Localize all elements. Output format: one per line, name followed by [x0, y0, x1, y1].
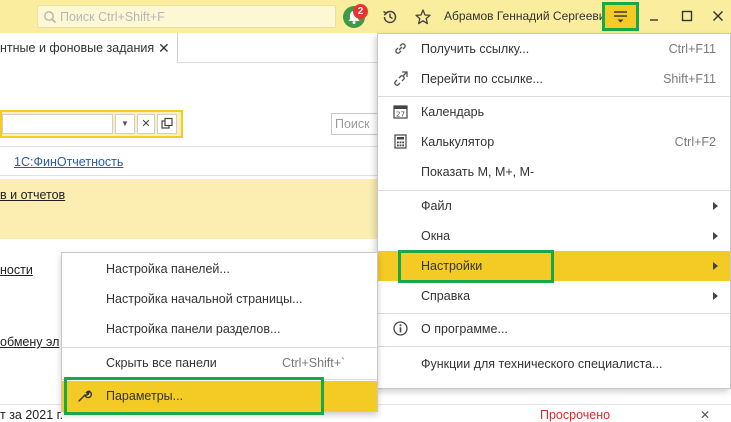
maximize-icon[interactable]	[679, 8, 695, 24]
menu-item-label: Настройки	[421, 259, 483, 273]
menu-item-shortcut: Ctrl+F2	[674, 135, 716, 149]
menu-item-calendar[interactable]: 27 Календарь	[378, 97, 730, 127]
search-placeholder: Поиск Ctrl+Shift+F	[60, 10, 165, 24]
search-icon	[44, 11, 57, 24]
main-menu-button[interactable]	[602, 2, 639, 31]
close-icon[interactable]	[710, 8, 726, 24]
link-exchange[interactable]: обмену эл	[0, 335, 59, 349]
dropdown-arrow-icon[interactable]: ▼	[115, 114, 135, 134]
menu-item-shortcut: Shift+F11	[663, 72, 716, 86]
tab-scheduled-jobs[interactable]: нтные и фоновые задания ✕	[0, 33, 178, 63]
menu-item-show-memory[interactable]: Показать М, М+, М-	[378, 157, 730, 187]
status-overdue: Просрочено	[540, 408, 611, 422]
menu-item-label: О программе...	[421, 322, 508, 336]
calculator-icon	[394, 134, 407, 149]
submenu-arrow-icon	[713, 202, 718, 210]
menu-item-label: Справка	[421, 289, 471, 303]
goto-link-icon	[394, 71, 408, 86]
tab-close-icon[interactable]: ✕	[158, 40, 170, 57]
row-report-title: т за 2021 г.	[0, 408, 64, 422]
menu-item-label: Показать М, М+, М-	[421, 165, 535, 179]
submenu-item-home-page[interactable]: Настройка начальной страницы...	[62, 284, 377, 314]
menu-item-label: Календарь	[421, 105, 485, 119]
clear-icon[interactable]: ✕	[137, 114, 155, 134]
submenu-arrow-icon	[713, 292, 718, 300]
list-search-input[interactable]: Поиск	[331, 113, 380, 135]
submenu-item-shortcut: Ctrl+Shift+`	[282, 356, 346, 370]
history-icon[interactable]	[381, 8, 399, 26]
open-icon	[161, 117, 173, 129]
calendar-icon: 27	[393, 105, 408, 119]
main-menu: Получить ссылку... Ctrl+F11 Перейти по с…	[377, 33, 731, 389]
tab-bar: нтные и фоновые задания ✕	[0, 33, 380, 63]
submenu-item-hide-panels[interactable]: Скрыть все панели Ctrl+Shift+`	[62, 348, 377, 378]
menu-item-label: Окна	[421, 229, 451, 243]
svg-text:27: 27	[396, 111, 405, 119]
submenu-item-label: Скрыть все панели	[106, 356, 217, 370]
link-icon	[395, 43, 406, 54]
link-finreporting[interactable]: 1С:ФинОтчетность	[14, 155, 123, 169]
submenu-item-label: Настройка начальной страницы...	[106, 292, 303, 306]
menu-item-label: Перейти по ссылке...	[421, 72, 543, 86]
submenu-item-label: Параметры...	[106, 389, 184, 403]
submenu-arrow-icon	[713, 232, 718, 240]
highlight-frame	[64, 377, 324, 415]
menu-item-label: Файл	[421, 199, 452, 213]
filter-input[interactable]	[2, 114, 113, 134]
menu-item-label: Калькулятор	[421, 135, 495, 149]
wrench-icon	[78, 390, 92, 402]
submenu-item-label: Настройка панелей...	[106, 262, 230, 276]
hamburger-menu-icon	[614, 11, 627, 23]
menu-item-label: Получить ссылку...	[421, 42, 530, 56]
row-close-icon[interactable]: ✕	[700, 408, 710, 422]
menu-item-shortcut: Ctrl+F11	[668, 42, 716, 56]
menu-item-settings[interactable]: Настройки	[378, 250, 730, 283]
notifications-badge: 2	[353, 4, 368, 19]
link-nosti[interactable]: ности	[0, 263, 33, 277]
menu-item-about[interactable]: О программе...	[378, 314, 730, 344]
menu-separator	[378, 346, 730, 347]
filter-combobox[interactable]: ▼ ✕	[0, 110, 183, 138]
minimize-icon[interactable]	[646, 8, 662, 24]
submenu-arrow-icon	[713, 262, 718, 270]
list-search-placeholder: Поиск	[335, 117, 370, 131]
tab-title: нтные и фоновые задания	[0, 41, 155, 55]
settings-submenu: Настройка панелей... Настройка начальной…	[61, 252, 378, 415]
info-icon	[393, 321, 408, 336]
submenu-item-parameters[interactable]: Параметры...	[62, 377, 377, 415]
menu-item-windows[interactable]: Окна	[378, 221, 730, 251]
submenu-item-panels[interactable]: Настройка панелей...	[62, 254, 377, 284]
link-reports[interactable]: в и отчетов	[0, 188, 65, 202]
submenu-item-label: Настройка панели разделов...	[106, 322, 281, 336]
global-search-input[interactable]: Поиск Ctrl+Shift+F	[37, 5, 336, 28]
divider	[0, 146, 380, 147]
current-user-name[interactable]: Абрамов Геннадий Сергеевич	[444, 9, 612, 23]
menu-item-calculator[interactable]: Калькулятор Ctrl+F2	[378, 127, 730, 157]
open-form-button[interactable]	[157, 114, 177, 134]
notifications-button[interactable]: 2	[343, 4, 369, 30]
menu-item-goto-link[interactable]: Перейти по ссылке... Shift+F11	[378, 64, 730, 94]
menu-item-label: Функции для технического специалиста...	[421, 357, 663, 371]
menu-item-get-link[interactable]: Получить ссылку... Ctrl+F11	[378, 34, 730, 64]
top-bar: Поиск Ctrl+Shift+F 2 Абрамов Геннадий Се…	[0, 0, 731, 33]
menu-item-file[interactable]: Файл	[378, 191, 730, 221]
divider	[0, 175, 380, 176]
menu-item-tech-specialist[interactable]: Функции для технического специалиста...	[378, 349, 730, 379]
star-icon[interactable]	[414, 8, 432, 26]
menu-item-help[interactable]: Справка	[378, 281, 730, 311]
submenu-item-sections-panel[interactable]: Настройка панели разделов...	[62, 314, 377, 344]
